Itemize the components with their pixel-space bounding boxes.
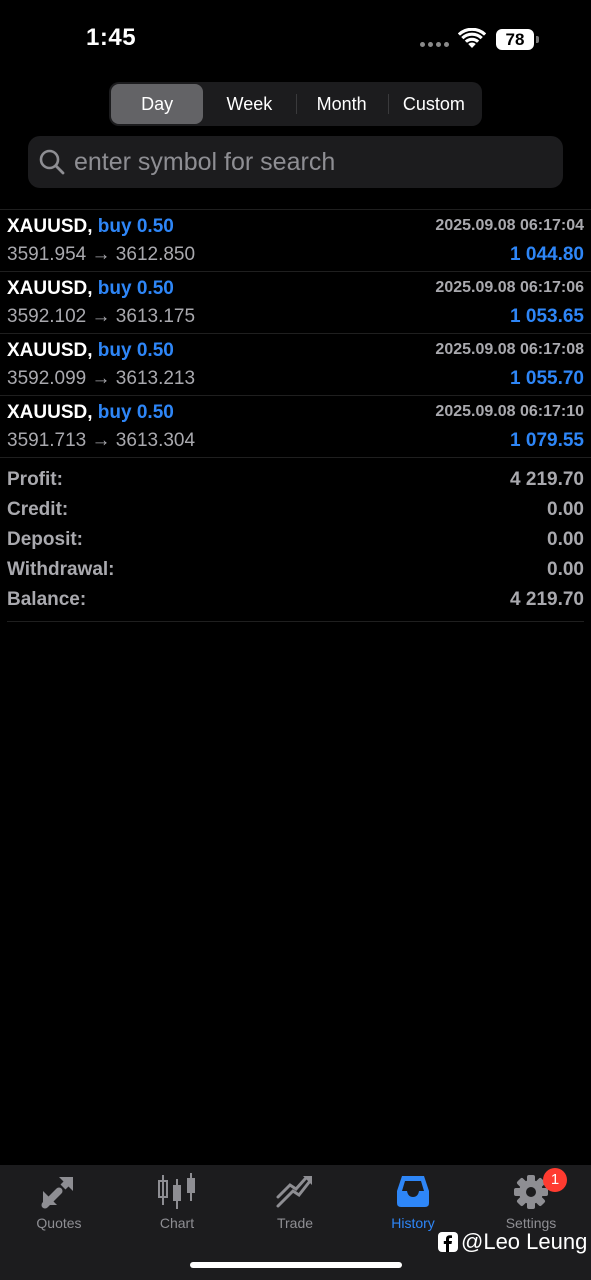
status-time: 1:45 (86, 24, 137, 51)
deal-row[interactable]: XAUUSD, buy 0.50 2025.09.08 06:17:06 359… (0, 272, 591, 334)
search-input[interactable] (74, 136, 544, 188)
search-bar (28, 136, 563, 188)
home-indicator[interactable] (190, 1262, 402, 1268)
history-icon (397, 1176, 429, 1207)
tab-week[interactable]: Week (203, 84, 295, 124)
deal-time: 2025.09.08 06:17:10 (435, 403, 584, 420)
deal-prices: 3591.954 → 3612.850 (7, 244, 196, 265)
deal-row[interactable]: XAUUSD, buy 0.50 2025.09.08 06:17:08 359… (0, 334, 591, 396)
summary-label: Credit: (7, 499, 69, 520)
tab-label: Quotes (36, 1215, 82, 1231)
summary-row-withdrawal: Withdrawal: 0.00 (7, 555, 584, 585)
deals-list: XAUUSD, buy 0.50 2025.09.08 06:17:04 359… (0, 209, 591, 458)
battery-nub (536, 36, 539, 43)
account-summary: Profit: 4 219.70 Credit: 0.00 Deposit: 0… (7, 465, 584, 622)
battery-indicator: 78 (496, 29, 534, 50)
tab-label: Chart (159, 1215, 195, 1231)
deal-side: buy 0.50 (97, 340, 174, 361)
deal-time: 2025.09.08 06:17:04 (435, 217, 584, 234)
deal-symbol: XAUUSD, buy 0.50 (7, 216, 174, 238)
deal-side: buy 0.50 (97, 216, 174, 237)
deal-profit: 1 055.70 (510, 368, 584, 389)
summary-row-profit: Profit: 4 219.70 (7, 465, 584, 495)
summary-value: 0.00 (547, 529, 584, 550)
deal-profit: 1 053.65 (510, 306, 584, 327)
notification-badge: 1 (543, 1168, 567, 1192)
summary-label: Balance: (7, 589, 87, 610)
summary-value: 0.00 (547, 559, 584, 580)
cellular-signal-icon (420, 42, 449, 47)
deal-symbol: XAUUSD, buy 0.50 (7, 278, 174, 300)
deal-prices: 3591.713 → 3613.304 (7, 430, 196, 451)
summary-row-balance: Balance: 4 219.70 (7, 585, 584, 615)
watermark-text: @Leo Leung (461, 1229, 588, 1254)
chart-icon (158, 1173, 195, 1209)
deal-row[interactable]: XAUUSD, buy 0.50 2025.09.08 06:17:10 359… (0, 396, 591, 458)
deal-symbol-text: XAUUSD, (7, 402, 93, 423)
deal-symbol-text: XAUUSD, (7, 278, 93, 299)
deal-side: buy 0.50 (97, 402, 174, 423)
summary-label: Deposit: (7, 529, 83, 550)
wifi-icon (458, 28, 486, 48)
deal-symbol: XAUUSD, buy 0.50 (7, 340, 174, 362)
summary-value: 0.00 (547, 499, 584, 520)
tab-custom[interactable]: Custom (387, 84, 480, 124)
deal-symbol: XAUUSD, buy 0.50 (7, 402, 174, 424)
summary-row-credit: Credit: 0.00 (7, 495, 584, 525)
deal-time: 2025.09.08 06:17:06 (435, 279, 584, 296)
tab-chart[interactable]: Chart (118, 1173, 236, 1239)
period-segmented-control: Day Week Month Custom (109, 82, 482, 126)
tab-quotes[interactable]: Quotes (0, 1173, 118, 1239)
deal-row[interactable]: XAUUSD, buy 0.50 2025.09.08 06:17:04 359… (0, 210, 591, 272)
deal-symbol-text: XAUUSD, (7, 340, 93, 361)
deal-time: 2025.09.08 06:17:08 (435, 341, 584, 358)
status-bar: 1:45 78 (0, 0, 591, 80)
summary-value: 4 219.70 (510, 469, 584, 490)
deal-side: buy 0.50 (97, 278, 174, 299)
tab-month[interactable]: Month (295, 84, 388, 124)
deal-profit: 1 079.55 (510, 430, 584, 451)
quotes-icon (41, 1177, 73, 1209)
summary-row-deposit: Deposit: 0.00 (7, 525, 584, 555)
tab-trade[interactable]: Trade (236, 1173, 354, 1239)
tab-label: Trade (276, 1215, 314, 1231)
watermark: @Leo Leung (438, 1229, 587, 1255)
summary-label: Withdrawal: (7, 559, 115, 580)
deal-profit: 1 044.80 (510, 244, 584, 265)
tab-day[interactable]: Day (111, 84, 204, 124)
search-icon (39, 149, 65, 175)
summary-label: Profit: (7, 469, 63, 490)
deal-symbol-text: XAUUSD, (7, 216, 93, 237)
deal-prices: 3592.099 → 3613.213 (7, 368, 196, 389)
trade-icon (276, 1176, 312, 1208)
facebook-icon (438, 1232, 458, 1252)
deal-prices: 3592.102 → 3613.175 (7, 306, 196, 327)
summary-value: 4 219.70 (510, 589, 584, 610)
